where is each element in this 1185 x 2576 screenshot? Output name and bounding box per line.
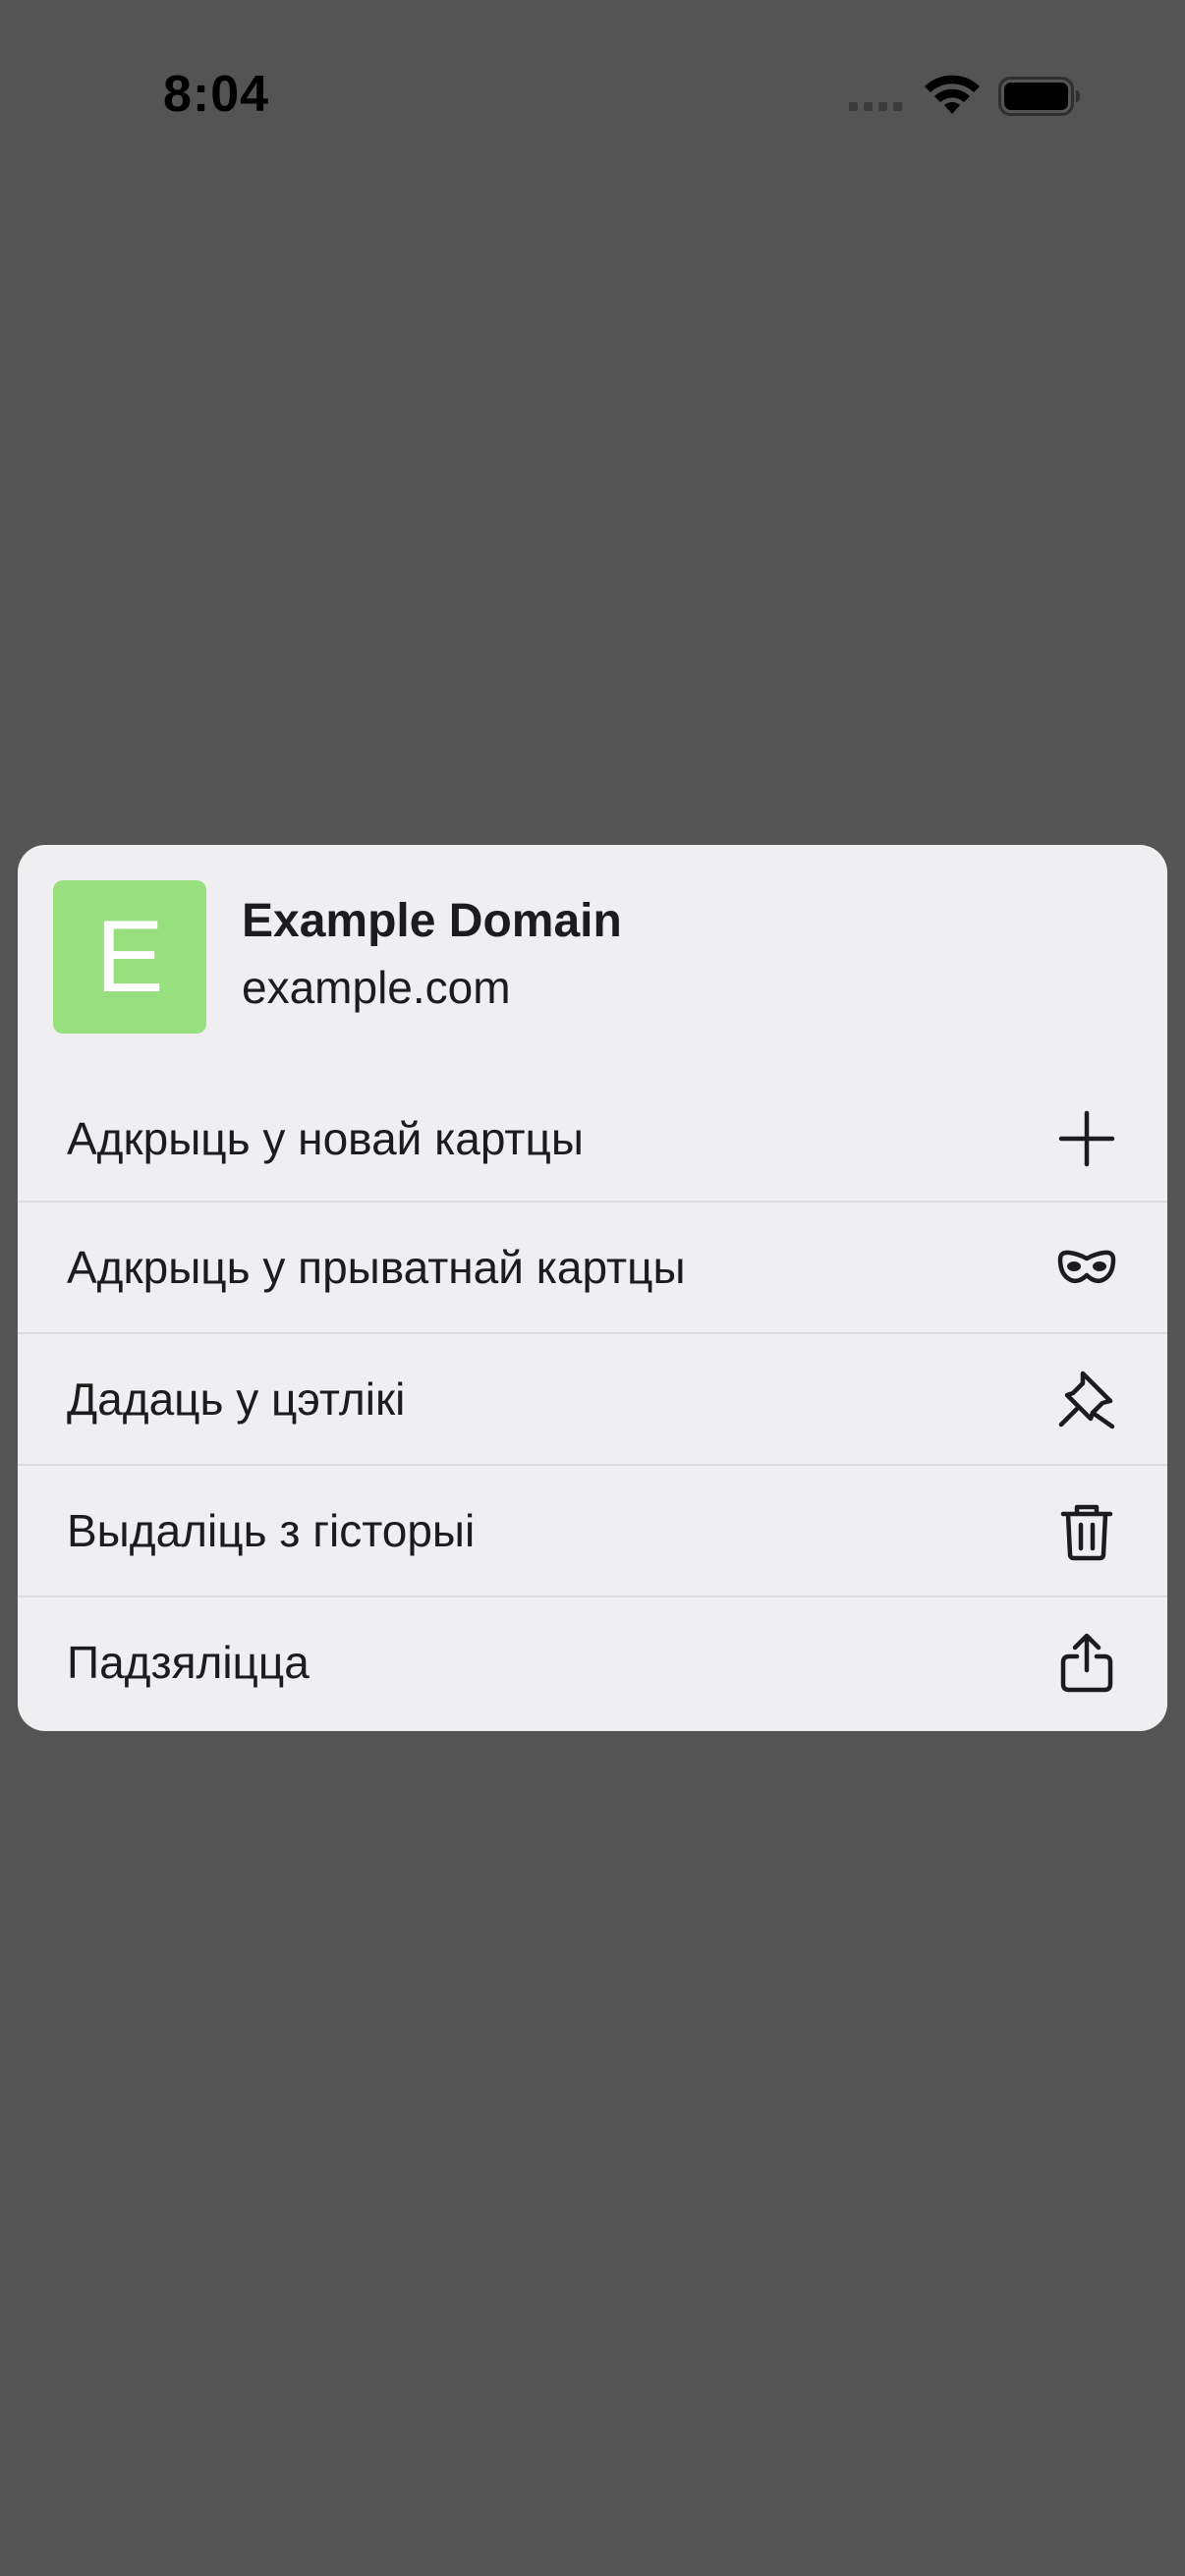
menu-item-label: Падзяліцца bbox=[67, 1637, 310, 1688]
share-item[interactable]: Падзяліцца bbox=[18, 1596, 1167, 1727]
site-url: example.com bbox=[242, 962, 511, 1013]
site-title: Example Domain bbox=[242, 895, 622, 947]
remove-from-history-item[interactable]: Выдаліць з гісторыі bbox=[18, 1464, 1167, 1596]
menu-item-label: Дадаць у цэтлікі bbox=[67, 1373, 406, 1425]
trash-icon bbox=[1055, 1499, 1118, 1562]
site-favicon: E bbox=[53, 880, 206, 1034]
context-menu-list: Адкрыць у новай картцы Адкрыць у прыватн… bbox=[18, 1077, 1167, 1727]
add-to-shortcuts-item[interactable]: Дадаць у цэтлікі bbox=[18, 1332, 1167, 1464]
cellular-signal-icon bbox=[849, 102, 902, 111]
share-icon bbox=[1055, 1631, 1118, 1694]
pin-icon bbox=[1055, 1368, 1118, 1430]
context-menu-sheet: E Example Domain example.com Адкрыць у н… bbox=[18, 845, 1167, 1731]
status-bar: 8:04 bbox=[0, 0, 1185, 187]
plus-icon bbox=[1055, 1107, 1118, 1170]
menu-item-label: Адкрыць у прыватнай картцы bbox=[67, 1242, 686, 1293]
open-in-new-tab-item[interactable]: Адкрыць у новай картцы bbox=[18, 1077, 1167, 1201]
battery-icon bbox=[998, 77, 1080, 116]
site-preview-header: E Example Domain example.com bbox=[18, 845, 1167, 1077]
menu-item-label: Выдаліць з гісторыі bbox=[67, 1505, 476, 1556]
menu-item-label: Адкрыць у новай картцы bbox=[67, 1113, 584, 1164]
open-in-private-tab-item[interactable]: Адкрыць у прыватнай картцы bbox=[18, 1201, 1167, 1332]
status-time: 8:04 bbox=[163, 66, 270, 123]
wifi-icon bbox=[925, 75, 980, 114]
private-mask-icon bbox=[1055, 1236, 1118, 1299]
